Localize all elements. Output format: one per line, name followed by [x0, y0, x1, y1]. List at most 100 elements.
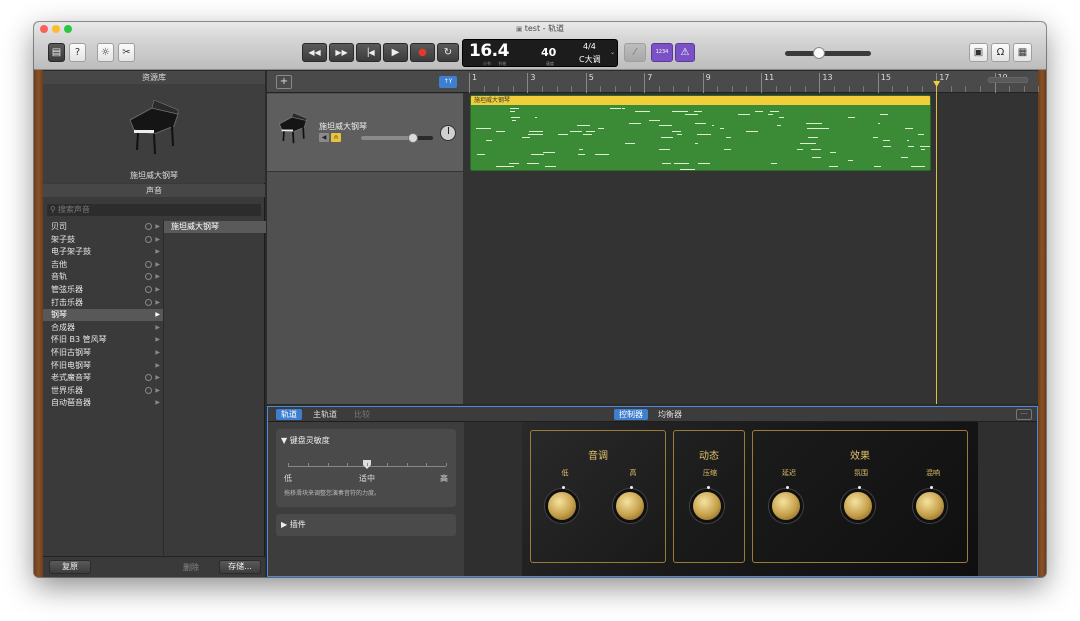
category-item[interactable]: 世界乐器 ▶: [43, 385, 163, 397]
notepad-button[interactable]: ▣: [969, 43, 988, 62]
zoom-button[interactable]: [64, 25, 72, 33]
keyboard-sensitivity-title[interactable]: ▼ 键盘灵敏度: [281, 435, 330, 446]
timeline-ruler[interactable]: 135791113151719: [463, 71, 1040, 93]
arrange-area[interactable]: 135791113151719 施坦威大钢琴: [463, 71, 1040, 404]
midi-note: [904, 128, 913, 130]
add-track-button[interactable]: +: [276, 75, 292, 89]
tuner-button[interactable]: ⁄: [624, 43, 646, 62]
cycle-handle[interactable]: [988, 77, 1028, 83]
library-button[interactable]: ▤: [48, 43, 65, 62]
chevron-down-icon[interactable]: ⌄: [610, 49, 615, 56]
midi-note: [698, 163, 710, 165]
sensitivity-slider[interactable]: [288, 460, 447, 469]
control-knob[interactable]: [613, 486, 647, 523]
midi-note: [812, 157, 822, 159]
tab-1[interactable]: 主轨道: [308, 409, 342, 420]
track-header-row[interactable]: 施坦威大钢琴 ◀ ∩: [267, 94, 463, 172]
fast-forward-button[interactable]: ▶▶: [329, 43, 354, 62]
control-knob[interactable]: [545, 486, 579, 523]
fast-forward-icon: ▶▶: [335, 48, 348, 57]
play-button[interactable]: ▶: [383, 43, 408, 62]
control-knob[interactable]: [913, 486, 947, 523]
editors-button[interactable]: ✂: [118, 43, 135, 62]
midi-note: [558, 134, 569, 136]
midi-note: [676, 134, 683, 136]
category-item[interactable]: 管弦乐器 ▶: [43, 284, 163, 296]
category-item[interactable]: 架子鼓 ▶: [43, 234, 163, 246]
ruler-bar-label: 13: [819, 73, 833, 93]
download-icon: [145, 374, 152, 382]
chevron-right-icon: ▶: [155, 386, 160, 394]
revert-button[interactable]: 复原: [49, 560, 91, 574]
midi-note: [530, 154, 545, 156]
control-knob[interactable]: [769, 486, 803, 523]
midi-note: [660, 137, 673, 138]
category-item[interactable]: 吉他 ▶: [43, 259, 163, 271]
pan-knob[interactable]: [440, 125, 456, 141]
midi-note: [806, 122, 822, 124]
knob-label: 高: [629, 469, 637, 477]
lcd-display[interactable]: 16.4 小节 节拍 40 速度 4/4 C大调 ⌄: [462, 39, 618, 67]
tab-center-1[interactable]: 均衡器: [653, 409, 687, 420]
filter-button[interactable]: ↑Y: [439, 76, 457, 88]
track-volume-knob[interactable]: [407, 133, 418, 143]
control-knob[interactable]: [690, 486, 724, 523]
ruler-minor-tick: [804, 86, 806, 92]
track-volume-fill: [361, 136, 413, 140]
category-item[interactable]: 怀旧古钢琴 ▶: [43, 347, 163, 359]
master-volume-knob[interactable]: [813, 47, 826, 59]
help-button[interactable]: ?: [69, 43, 86, 62]
record-button[interactable]: ●: [410, 43, 435, 62]
category-label: 世界乐器: [51, 385, 83, 395]
sensitivity-low-label: 低: [284, 474, 292, 483]
save-button[interactable]: 存储...: [219, 560, 261, 574]
tab-center-0[interactable]: 控制器: [614, 409, 648, 420]
midi-region[interactable]: 施坦威大钢琴: [470, 95, 931, 171]
media-browser-button[interactable]: ▦: [1013, 43, 1032, 62]
minimize-button[interactable]: [52, 25, 60, 33]
smart-controls-button[interactable]: ☼: [97, 43, 114, 62]
knob-indicator: [858, 486, 861, 489]
window-title: test - 轨道: [524, 24, 565, 33]
midi-note: [768, 113, 774, 115]
loop-browser-button[interactable]: Ω: [991, 43, 1010, 62]
category-item[interactable]: 怀旧 B3 管风琴 ▶: [43, 334, 163, 346]
chevron-right-icon: ▶: [155, 286, 160, 293]
headphones-button[interactable]: ∩: [331, 133, 341, 142]
master-volume-slider[interactable]: [785, 47, 871, 59]
tab-0[interactable]: 轨道: [276, 409, 302, 420]
category-item[interactable]: 电子架子鼓 ▶: [43, 246, 163, 258]
category-item[interactable]: 音轨 ▶: [43, 271, 163, 283]
count-in-button[interactable]: 1234: [651, 43, 673, 62]
rewind-button[interactable]: ◀◀: [302, 43, 327, 62]
delete-button[interactable]: 删除: [183, 562, 199, 573]
category-item[interactable]: 贝司 ▶: [43, 221, 163, 233]
category-item[interactable]: 钢琴 ▶: [43, 309, 163, 322]
patch-item[interactable]: 施坦威大钢琴: [164, 221, 266, 233]
control-group-title: 音调: [588, 451, 608, 462]
track-volume-slider[interactable]: [361, 133, 433, 143]
close-button[interactable]: [40, 25, 48, 33]
category-item[interactable]: 合成器 ▶: [43, 322, 163, 334]
time-signature: 4/4: [583, 42, 596, 51]
plugins-section[interactable]: ▶ 插件: [276, 514, 456, 536]
search-field[interactable]: ⚲ 搜索声音: [47, 204, 261, 216]
category-item[interactable]: 自动琶音器 ▶: [43, 397, 163, 409]
metronome-button[interactable]: ⚠: [675, 43, 695, 62]
mute-button[interactable]: ◀: [319, 133, 329, 142]
track-name: 施坦威大钢琴: [319, 122, 367, 131]
midi-note: [527, 163, 539, 165]
tab-2[interactable]: 比较: [349, 409, 375, 420]
go-to-start-button[interactable]: ▕◀: [356, 43, 381, 62]
control-knob[interactable]: [841, 486, 875, 523]
category-item[interactable]: 老式魔音琴 ▶: [43, 372, 163, 384]
playhead[interactable]: [933, 81, 941, 404]
category-item[interactable]: 打击乐器 ▶: [43, 297, 163, 309]
ruler-minor-tick: [863, 86, 865, 92]
midi-note: [610, 108, 621, 109]
category-item[interactable]: 怀旧电钢琴 ▶: [43, 360, 163, 372]
smart-info-button[interactable]: ···: [1016, 409, 1032, 420]
pan-indicator: [448, 127, 449, 134]
cycle-button[interactable]: ↻: [437, 43, 459, 62]
download-icon: [145, 298, 152, 306]
